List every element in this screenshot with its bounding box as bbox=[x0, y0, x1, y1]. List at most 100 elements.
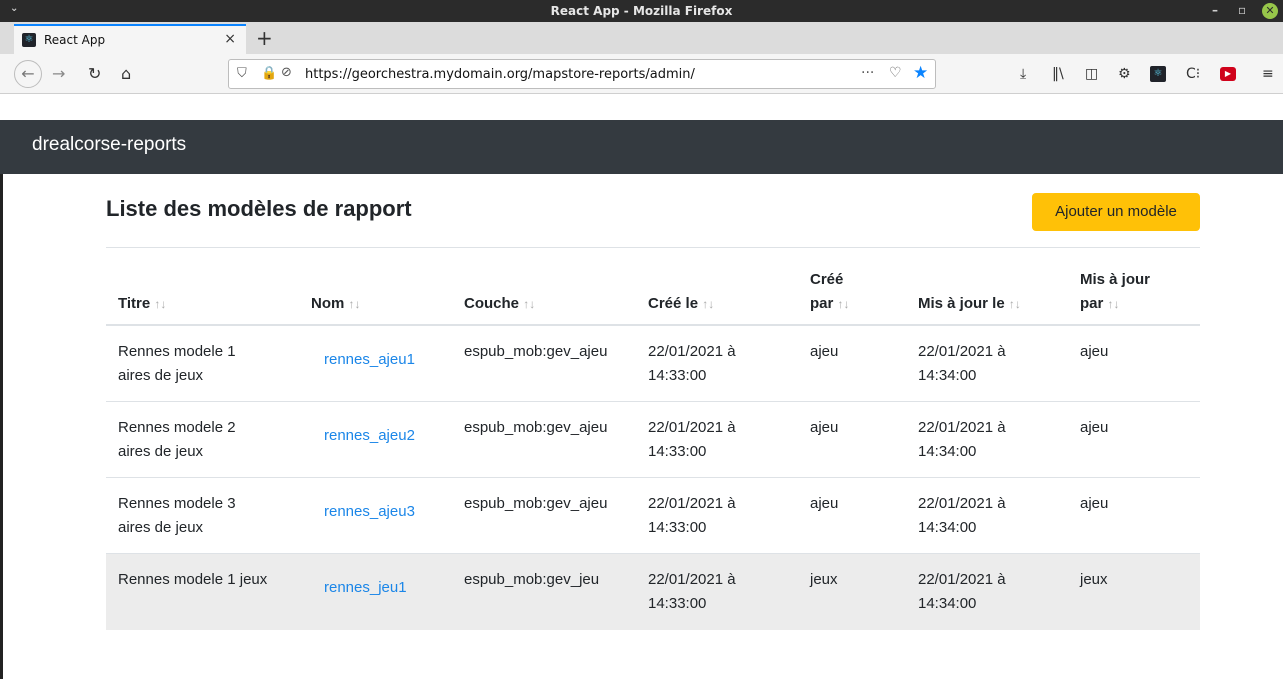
sort-arrows-icon[interactable]: ↑↓ bbox=[838, 297, 850, 311]
sort-arrows-icon[interactable]: ↑↓ bbox=[523, 297, 535, 311]
date-line2: 14:34:00 bbox=[918, 443, 977, 460]
column-header-cree-le[interactable]: Créé le ↑↓ bbox=[648, 292, 714, 316]
sort-arrows-icon[interactable]: ↑↓ bbox=[349, 297, 361, 311]
titre-line1: Rennes modele 1 bbox=[118, 343, 236, 360]
date-line2: 14:34:00 bbox=[918, 519, 977, 536]
browser-tab[interactable]: ⚛ React App × bbox=[14, 24, 246, 54]
url-text[interactable]: https://georchestra.mydomain.org/mapstor… bbox=[305, 67, 695, 82]
cell-cree-par: jeux bbox=[810, 571, 838, 588]
date-line2: 14:34:00 bbox=[918, 367, 977, 384]
cell-maj-le: 22/01/2021 à 14:34:00 bbox=[918, 416, 1006, 464]
table-row-hovered[interactable]: Rennes modele 1 jeux rennes_jeu1 espub_m… bbox=[106, 554, 1200, 630]
cell-nom-link[interactable]: rennes_jeu1 bbox=[324, 576, 407, 600]
column-label: par bbox=[1080, 295, 1104, 312]
column-header-titre[interactable]: Titre ↑↓ bbox=[118, 292, 166, 316]
cell-maj-par: jeux bbox=[1080, 571, 1108, 588]
column-header-maj-par[interactable]: Mis à jour par ↑↓ bbox=[1080, 268, 1150, 316]
titre-line2: aires de jeux bbox=[118, 519, 204, 536]
close-window-icon[interactable]: ✕ bbox=[1262, 3, 1278, 19]
cell-cree-le: 22/01/2021 à 14:33:00 bbox=[648, 568, 736, 616]
table-row[interactable]: Rennes modele 1 aires de jeux rennes_ajeu… bbox=[106, 326, 1200, 402]
cell-cree-le: 22/01/2021 à 14:33:00 bbox=[648, 416, 736, 464]
cell-cree-par: ajeu bbox=[810, 419, 839, 436]
reload-icon[interactable]: ↻ bbox=[88, 64, 101, 84]
window-title: React App - Mozilla Firefox bbox=[550, 4, 733, 18]
sort-arrows-icon[interactable]: ↑↓ bbox=[702, 297, 714, 311]
cell-titre: Rennes modele 2 aires de jeux bbox=[118, 416, 258, 464]
bookmark-star-icon[interactable]: ★ bbox=[913, 63, 928, 83]
column-label: Titre bbox=[118, 295, 151, 312]
sort-arrows-icon[interactable]: ↑↓ bbox=[1108, 297, 1120, 311]
cell-couche: espub_mob:gev_ajeu bbox=[464, 343, 608, 360]
react-devtools-icon[interactable]: ⚛ bbox=[1150, 66, 1166, 82]
window-titlebar: ⌄ React App - Mozilla Firefox – ▫ ✕ bbox=[0, 0, 1283, 22]
minimize-icon[interactable]: – bbox=[1212, 3, 1218, 17]
date-line2: 14:33:00 bbox=[648, 367, 707, 384]
column-header-maj-le[interactable]: Mis à jour le ↑↓ bbox=[918, 292, 1021, 316]
date-line2: 14:33:00 bbox=[648, 519, 707, 536]
sort-arrows-icon[interactable]: ↑↓ bbox=[1009, 297, 1021, 311]
cell-nom-link[interactable]: rennes_ajeu2 bbox=[324, 424, 415, 448]
date-line2: 14:33:00 bbox=[648, 595, 707, 612]
date-line1: 22/01/2021 à bbox=[918, 343, 1006, 360]
forward-icon[interactable]: → bbox=[52, 64, 65, 84]
new-tab-button[interactable]: + bbox=[256, 26, 273, 50]
column-header-couche[interactable]: Couche ↑↓ bbox=[464, 292, 535, 316]
cell-maj-par: ajeu bbox=[1080, 495, 1109, 512]
tab-title: React App bbox=[44, 33, 106, 47]
date-line1: 22/01/2021 à bbox=[648, 571, 736, 588]
cell-nom-link[interactable]: rennes_ajeu1 bbox=[324, 348, 415, 372]
insecure-lock-icon[interactable]: 🔒 bbox=[261, 66, 277, 81]
titre-line2: aires de jeux bbox=[118, 443, 204, 460]
add-model-button[interactable]: Ajouter un modèle bbox=[1032, 193, 1200, 231]
tracking-shield-icon[interactable]: ⛉ bbox=[237, 66, 247, 81]
permissions-blocked-icon[interactable]: ⊘ bbox=[281, 65, 292, 80]
titre-line1: Rennes modele 2 bbox=[118, 419, 236, 436]
cell-nom-link[interactable]: rennes_ajeu3 bbox=[324, 500, 415, 524]
page-actions-icon[interactable]: ··· bbox=[861, 65, 874, 81]
cell-cree-le: 22/01/2021 à 14:33:00 bbox=[648, 340, 736, 388]
column-label: par bbox=[810, 295, 834, 312]
pocket-icon[interactable]: ♡ bbox=[889, 65, 902, 81]
sidebar-icon[interactable]: ◫ bbox=[1085, 64, 1098, 84]
home-icon[interactable]: ⌂ bbox=[121, 64, 131, 84]
app-brand[interactable]: drealcorse-reports bbox=[32, 134, 186, 156]
column-label: Nom bbox=[311, 295, 345, 312]
table-row[interactable]: Rennes modele 2 aires de jeux rennes_ajeu… bbox=[106, 402, 1200, 478]
cell-maj-le: 22/01/2021 à 14:34:00 bbox=[918, 568, 1006, 616]
column-header-cree-par[interactable]: Créé par ↑↓ bbox=[810, 268, 850, 316]
back-icon[interactable]: ← bbox=[14, 60, 42, 88]
library-icon[interactable]: ‖\ bbox=[1052, 64, 1064, 84]
cell-maj-par: ajeu bbox=[1080, 343, 1109, 360]
app-header: drealcorse-reports bbox=[0, 120, 1283, 174]
date-line1: 22/01/2021 à bbox=[648, 419, 736, 436]
url-bar[interactable]: ⛉ 🔒 ⊘ https://georchestra.mydomain.org/m… bbox=[228, 59, 936, 89]
table-row[interactable]: Rennes modele 3 aires de jeux rennes_ajeu… bbox=[106, 478, 1200, 554]
column-header-nom[interactable]: Nom ↑↓ bbox=[311, 292, 361, 316]
cell-couche: espub_mob:gev_ajeu bbox=[464, 495, 608, 512]
extension-icon[interactable]: ⚙ bbox=[1118, 64, 1131, 84]
cell-cree-par: ajeu bbox=[810, 495, 839, 512]
date-line1: 22/01/2021 à bbox=[648, 343, 736, 360]
tab-strip: ⚛ React App × + bbox=[0, 22, 1283, 54]
titre-line2: aires de jeux bbox=[118, 367, 204, 384]
cell-maj-par: ajeu bbox=[1080, 419, 1109, 436]
menu-hamburger-icon[interactable]: ≡ bbox=[1262, 64, 1274, 84]
page-title: Liste des modèles de rapport bbox=[106, 196, 412, 221]
extension-c-icon[interactable]: C⁝ bbox=[1186, 64, 1200, 84]
maximize-icon[interactable]: ▫ bbox=[1238, 3, 1246, 17]
cell-couche: espub_mob:gev_jeu bbox=[464, 571, 600, 588]
cell-titre: Rennes modele 1 aires de jeux bbox=[118, 340, 258, 388]
column-label-line1: Créé bbox=[810, 271, 844, 288]
sort-arrows-icon[interactable]: ↑↓ bbox=[154, 297, 166, 311]
downloads-icon[interactable]: ⤓ bbox=[1020, 64, 1026, 84]
cell-couche: espub_mob:gev_ajeu bbox=[464, 419, 608, 436]
red-extension-icon[interactable]: ▶ bbox=[1220, 67, 1236, 81]
date-line1: 22/01/2021 à bbox=[918, 495, 1006, 512]
table-header: Titre ↑↓ Nom ↑↓ Couche ↑↓ Créé le ↑↓ Cré… bbox=[106, 248, 1200, 326]
tab-close-icon[interactable]: × bbox=[224, 31, 236, 47]
window-left-edge bbox=[0, 174, 3, 679]
cell-titre: Rennes modele 1 jeux bbox=[118, 571, 268, 588]
react-favicon-icon: ⚛ bbox=[22, 33, 36, 47]
date-line2: 14:34:00 bbox=[918, 595, 977, 612]
